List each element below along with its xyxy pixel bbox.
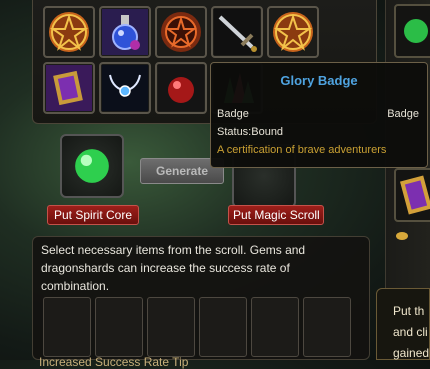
- tooltip-type-right: Badge: [387, 108, 419, 120]
- put-spirit-core-button[interactable]: Put Spirit Core: [47, 205, 139, 225]
- tooltip-status: Status:Bound: [217, 126, 284, 138]
- spirit-core-icon: [75, 149, 109, 183]
- blue-potion-flask-icon[interactable]: [99, 6, 151, 58]
- red-orb-icon[interactable]: [155, 62, 207, 114]
- tooltip-title: Glory Badge: [280, 73, 358, 88]
- coin-icon: [396, 232, 408, 240]
- gem-slot-6[interactable]: [303, 297, 351, 357]
- right-line-2: and cli: [393, 325, 428, 339]
- right-info-text: Put th and cli gained: [393, 301, 429, 364]
- dark-pentagram-medallion-icon[interactable]: [155, 6, 207, 58]
- magic-scroll-icon[interactable]: [43, 62, 95, 114]
- right-info-panel: Put th and cli gained: [376, 288, 430, 360]
- gem-slot-2[interactable]: [95, 297, 143, 357]
- gem-slot-3[interactable]: [147, 297, 195, 357]
- item-tooltip: Glory Badge Badge Badge Status:Bound A c…: [210, 62, 428, 168]
- white-necklace-icon[interactable]: [99, 62, 151, 114]
- tooltip-description: A certification of brave adventurers: [217, 144, 387, 156]
- gem-slot-4[interactable]: [199, 297, 247, 357]
- pentagram-medallion-icon[interactable]: [267, 6, 319, 58]
- instructions-panel: Select necessary items from the scroll. …: [32, 236, 370, 369]
- instructions-text: Select necessary items from the scroll. …: [41, 243, 306, 293]
- put-magic-scroll-button[interactable]: Put Magic Scroll: [228, 205, 324, 225]
- success-rate-text: Increased Success Rate Tip: [39, 355, 189, 369]
- right-line-3: gained: [393, 346, 430, 360]
- pentagram-medallion-icon[interactable]: [43, 6, 95, 58]
- scroll-slot[interactable]: [394, 168, 430, 222]
- green-gem-slot[interactable]: [394, 4, 430, 58]
- sword-icon[interactable]: [211, 6, 263, 58]
- gem-slot-1[interactable]: [43, 297, 91, 357]
- gem-slot-5[interactable]: [251, 297, 299, 357]
- tooltip-type-left: Badge: [217, 108, 249, 120]
- spirit-core-slot[interactable]: [60, 134, 124, 198]
- right-line-1: Put th: [393, 304, 425, 318]
